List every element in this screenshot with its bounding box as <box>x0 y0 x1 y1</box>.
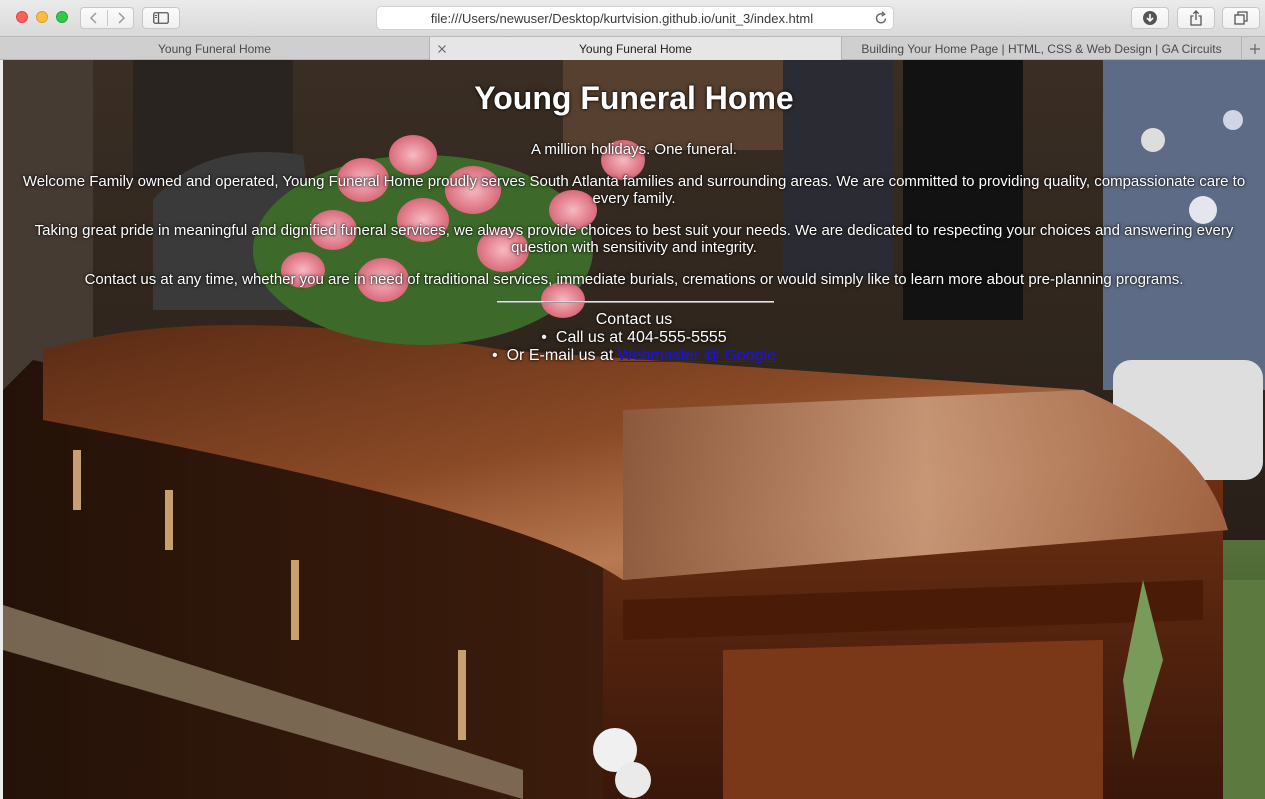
list-item: • Or E-mail us at Webmaster @ Google <box>3 347 1265 365</box>
list-item: • Call us at 404-555-5555 <box>3 329 1265 347</box>
browser-toolbar: file:///Users/newuser/Desktop/kurtvision… <box>0 0 1265 36</box>
bullet-icon: • <box>492 347 498 364</box>
tabs-overview-icon <box>1234 11 1248 25</box>
address-url[interactable]: file:///Users/newuser/Desktop/kurtvision… <box>377 11 867 26</box>
share-button[interactable] <box>1177 7 1215 29</box>
tab-young-funeral-home[interactable]: Young Funeral Home <box>0 37 430 60</box>
reload-button[interactable] <box>874 10 888 31</box>
share-icon <box>1190 10 1202 26</box>
tab-building-home-page[interactable]: Building Your Home Page | HTML, CSS & We… <box>842 37 1242 60</box>
horizontal-rule <box>497 301 774 303</box>
tagline: A million holidays. One funeral. <box>531 141 737 158</box>
close-window-button[interactable] <box>16 11 28 23</box>
email-prefix: Or E-mail us at <box>506 347 618 364</box>
address-bar[interactable]: file:///Users/newuser/Desktop/kurtvision… <box>376 6 894 30</box>
new-tab-button[interactable] <box>1244 37 1265 60</box>
welcome-paragraph: Welcome Family owned and operated, Young… <box>22 173 1246 207</box>
bullet-icon: • <box>541 329 547 346</box>
phone-text: Call us at 404-555-5555 <box>555 329 727 346</box>
downloads-button[interactable] <box>1131 7 1169 29</box>
zoom-window-button[interactable] <box>56 11 68 23</box>
close-tab-button[interactable] <box>436 42 448 54</box>
plus-icon <box>1249 43 1260 54</box>
tab-young-funeral-home-active[interactable]: Young Funeral Home <box>430 37 842 60</box>
navigation-buttons <box>80 7 134 29</box>
web-page: Young Funeral Home A million holidays. O… <box>3 60 1265 799</box>
casket-background-photo <box>3 60 1265 799</box>
tab-bar: Young Funeral Home Young Funeral Home Bu… <box>0 36 1265 60</box>
chevron-right-icon <box>118 12 126 24</box>
sidebar-toggle-button[interactable] <box>142 7 180 29</box>
forward-button[interactable] <box>108 8 134 28</box>
browser-window: file:///Users/newuser/Desktop/kurtvision… <box>0 0 1265 799</box>
chevron-left-icon <box>89 12 97 24</box>
page-title: Young Funeral Home <box>474 80 794 116</box>
email-link[interactable]: Webmaster @ Google <box>618 347 776 364</box>
contact-list: • Call us at 404-555-5555 • Or E-mail us a… <box>3 329 1265 365</box>
download-icon <box>1143 11 1157 25</box>
contact-paragraph: Contact us at any time, whether you are … <box>84 271 1184 288</box>
services-paragraph: Taking great pride in meaningful and dig… <box>34 222 1234 256</box>
reload-icon <box>875 11 887 24</box>
back-button[interactable] <box>81 8 107 28</box>
close-icon <box>438 45 446 53</box>
contact-heading: Contact us <box>595 311 673 328</box>
show-tabs-button[interactable] <box>1222 7 1260 29</box>
sidebar-icon <box>153 12 169 24</box>
minimize-window-button[interactable] <box>36 11 48 23</box>
